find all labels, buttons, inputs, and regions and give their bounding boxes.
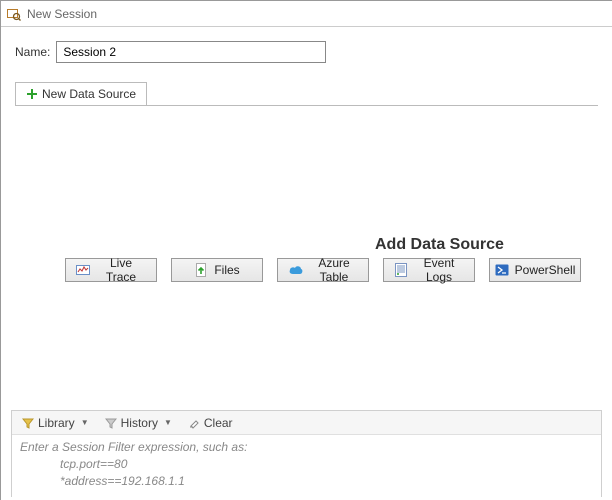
filter-panel: Library ▼ History ▼ Clear Enter a Sessio… [11,410,602,497]
tabstrip: New Data Source [15,81,598,105]
button-label: Library [38,416,75,430]
event-logs-icon [394,263,408,277]
live-trace-button[interactable]: Live Trace [65,258,157,282]
chevron-down-icon: ▼ [164,418,172,427]
library-dropdown[interactable]: Library ▼ [16,413,95,433]
button-label: PowerShell [515,263,576,277]
titlebar: New Session [1,1,612,27]
tab-new-data-source[interactable]: New Data Source [15,82,147,106]
button-label: Live Trace [96,256,146,284]
filter-expression-input[interactable]: Enter a Session Filter expression, such … [12,435,601,497]
add-data-source-heading: Add Data Source [375,236,504,254]
history-dropdown[interactable]: History ▼ [99,413,178,433]
powershell-icon [495,263,509,277]
cloud-icon [288,263,304,277]
chevron-down-icon: ▼ [81,418,89,427]
event-logs-button[interactable]: Event Logs [383,258,475,282]
button-label: Azure Table [310,256,358,284]
plus-icon [26,88,38,100]
eraser-icon [188,417,200,429]
azure-table-button[interactable]: Azure Table [277,258,369,282]
files-icon [194,263,208,277]
window-title: New Session [27,7,97,21]
name-row: Name: [15,41,598,63]
button-label: Files [214,263,239,277]
tab-content: Add Data Source Live Trace [15,105,598,390]
button-label: Clear [204,416,233,430]
filter-placeholder-line3: *address==192.168.1.1 [20,473,593,490]
button-label: History [121,416,158,430]
filter-placeholder-line2: tcp.port==80 [20,456,593,473]
filter-toolbar: Library ▼ History ▼ Clear [12,411,601,435]
app-icon [7,7,21,21]
name-label: Name: [15,45,50,59]
live-trace-icon [76,263,90,277]
tab-label: New Data Source [42,87,136,101]
filter-placeholder-line1: Enter a Session Filter expression, such … [20,439,593,456]
data-source-buttons: Live Trace Files Azure Table [65,258,548,282]
powershell-button[interactable]: PowerShell [489,258,581,282]
files-button[interactable]: Files [171,258,263,282]
session-name-input[interactable] [56,41,326,63]
funnel-icon [105,417,117,429]
clear-button[interactable]: Clear [182,413,239,433]
button-label: Event Logs [414,256,464,284]
funnel-icon [22,417,34,429]
